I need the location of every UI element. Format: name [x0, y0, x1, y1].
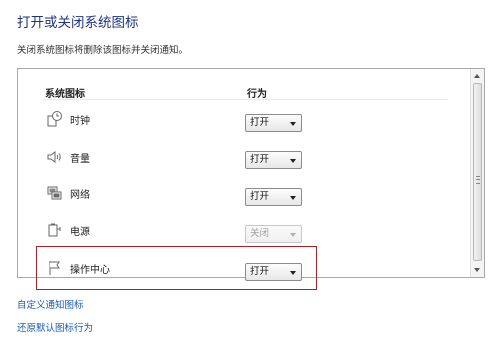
column-header-behavior: 行为 — [247, 89, 267, 100]
scroll-down-arrow-icon[interactable] — [474, 268, 480, 272]
power-behavior-select: 关闭 — [245, 225, 302, 243]
highlight-box — [36, 246, 317, 290]
row-label-power: 电源 — [70, 227, 90, 238]
scrollbar-thumb[interactable] — [473, 83, 482, 261]
volume-behavior-value: 打开 — [250, 154, 270, 165]
network-behavior-select[interactable]: 打开 — [245, 188, 302, 206]
network-behavior-value: 打开 — [250, 191, 270, 202]
restore-default-icon-behavior-link[interactable]: 还原默认图标行为 — [17, 320, 93, 334]
grip-icon — [476, 176, 480, 184]
page-title: 打开或关闭系统图标 — [17, 15, 139, 31]
clock-behavior-select[interactable]: 打开 — [245, 114, 302, 132]
clock-icon — [46, 110, 64, 128]
header-divider — [43, 99, 448, 100]
scroll-up-arrow-icon[interactable] — [474, 74, 480, 78]
volume-behavior-select[interactable]: 打开 — [245, 151, 302, 169]
column-header-icons: 系统图标 — [45, 89, 85, 100]
chevron-down-icon — [290, 159, 296, 163]
customize-notification-icons-link[interactable]: 自定义通知图标 — [17, 297, 84, 311]
row-label-network: 网络 — [70, 190, 90, 201]
chevron-down-icon — [290, 122, 296, 126]
row-label-volume: 音量 — [70, 154, 90, 165]
chevron-down-icon — [290, 233, 296, 237]
vertical-scrollbar[interactable] — [470, 69, 484, 277]
power-behavior-value: 关闭 — [250, 228, 270, 239]
clock-behavior-value: 打开 — [250, 117, 270, 128]
chevron-down-icon — [290, 196, 296, 200]
row-label-clock: 时钟 — [70, 116, 90, 127]
power-icon — [46, 221, 64, 239]
page-subtitle: 关闭系统图标将删除该图标并关闭通知。 — [17, 45, 189, 56]
volume-icon — [46, 148, 64, 166]
network-icon — [46, 184, 64, 202]
